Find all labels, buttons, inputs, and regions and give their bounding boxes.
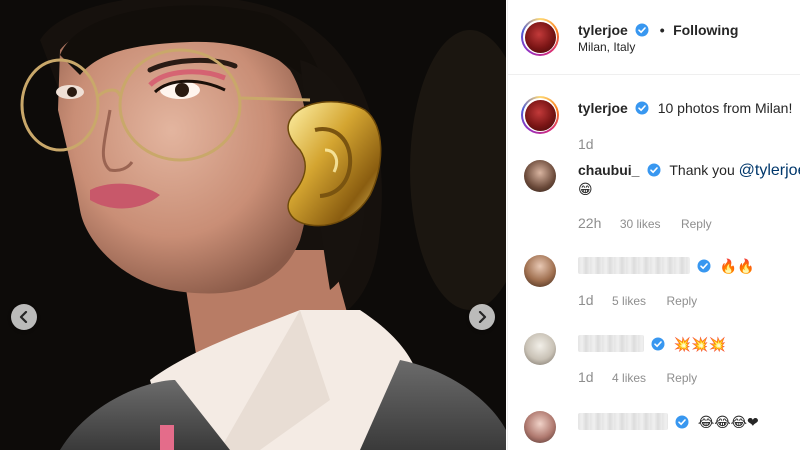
previous-photo-button[interactable]: [11, 304, 37, 330]
comment-text: Thank you: [669, 162, 739, 178]
commenter-avatar[interactable]: [524, 255, 556, 287]
caption: tylerjoe 10 photos from Milan!: [578, 100, 792, 118]
comment: 🔥🔥: [578, 257, 755, 276]
comment: 💥💥💥: [578, 335, 726, 354]
location-link[interactable]: Milan, Italy: [578, 40, 635, 54]
comment-emoji-text: 💥💥💥: [673, 337, 727, 353]
verified-badge-icon: [651, 337, 665, 351]
reply-button[interactable]: Reply: [681, 217, 712, 231]
caption-avatar[interactable]: [521, 96, 559, 134]
verified-badge-icon: [635, 23, 649, 37]
comment-meta: 1d 4 likes Reply: [578, 369, 697, 387]
blurred-username[interactable]: [578, 413, 668, 430]
author-avatar[interactable]: [521, 18, 559, 56]
reply-button[interactable]: Reply: [667, 371, 698, 385]
comment-username[interactable]: chaubui_: [578, 162, 639, 178]
comment: 😂😂😂❤: [578, 413, 759, 432]
following-button[interactable]: Following: [673, 22, 738, 38]
comments-panel: tylerjoe • Following Milan, Italy tylerj…: [507, 0, 800, 450]
author-line: tylerjoe • Following: [578, 22, 738, 40]
comment-time: 22h: [578, 215, 602, 231]
post-header: tylerjoe • Following Milan, Italy: [508, 0, 800, 75]
comment-meta: 22h 30 likes Reply: [578, 215, 712, 233]
comment-emoji: 😁: [578, 181, 593, 199]
comment-emoji-text: 😂😂😂❤: [697, 415, 759, 431]
verified-badge-icon: [635, 101, 649, 115]
verified-badge-icon: [675, 415, 689, 429]
comment-emoji-text: 🔥🔥: [719, 259, 755, 275]
caption-username[interactable]: tylerjoe: [578, 100, 628, 116]
mention-link[interactable]: @tylerjoe: [739, 162, 800, 179]
comment-likes[interactable]: 30 likes: [620, 217, 661, 231]
blurred-username[interactable]: [578, 257, 690, 274]
commenter-avatar[interactable]: [524, 333, 556, 365]
commenter-avatar[interactable]: [524, 160, 556, 192]
verified-badge-icon: [647, 163, 661, 177]
verified-badge-icon: [697, 259, 711, 273]
comment-emoji-text: 😁: [578, 182, 593, 198]
blurred-username[interactable]: [578, 335, 644, 352]
comment-time: 1d: [578, 292, 594, 308]
caption-time: 1d: [578, 136, 594, 152]
comment-time: 1d: [578, 369, 594, 385]
post-photo: [0, 0, 506, 450]
portrait-image: [0, 0, 506, 450]
author-username[interactable]: tylerjoe: [578, 22, 628, 38]
separator-dot: •: [659, 22, 665, 38]
next-photo-button[interactable]: [469, 304, 495, 330]
comment-likes[interactable]: 4 likes: [612, 371, 646, 385]
reply-button[interactable]: Reply: [667, 294, 698, 308]
caption-text: 10 photos from Milan!: [657, 100, 793, 116]
chevron-right-icon: [478, 311, 487, 323]
chevron-left-icon: [19, 311, 28, 323]
comment: chaubui_ Thank you @tylerjoe: [578, 162, 800, 180]
comment-meta: 1d 5 likes Reply: [578, 292, 697, 310]
commenter-avatar[interactable]: [524, 411, 556, 443]
comment-likes[interactable]: 5 likes: [612, 294, 646, 308]
